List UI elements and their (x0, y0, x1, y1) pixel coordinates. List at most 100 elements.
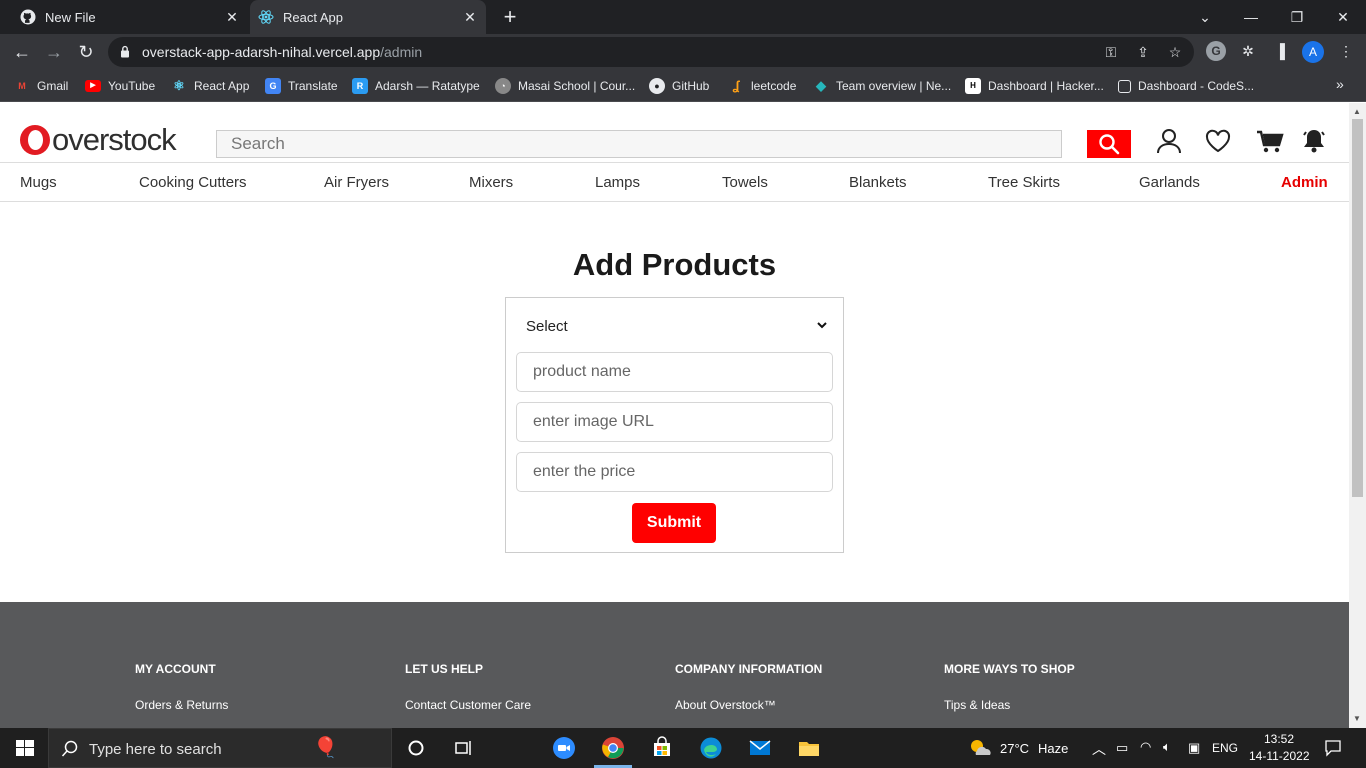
window-close-icon[interactable]: ✕ (1320, 0, 1366, 34)
close-icon[interactable]: ✕ (224, 9, 240, 25)
page-icon (1118, 79, 1131, 93)
product-name-input[interactable] (516, 352, 833, 392)
zoom-icon[interactable] (552, 736, 576, 760)
scroll-down-icon[interactable]: ▼ (1353, 714, 1361, 723)
footer-link[interactable]: Contact Customer Care (405, 698, 531, 712)
battery-icon[interactable]: ▭ (1116, 740, 1128, 756)
user-icon[interactable] (1155, 127, 1183, 155)
more-bookmarks-icon[interactable]: » (1336, 76, 1344, 92)
search-button[interactable] (1087, 130, 1131, 158)
nav-item-tree-skirts[interactable]: Tree Skirts (988, 174, 1060, 191)
search-input[interactable] (216, 130, 1062, 158)
cortana-icon[interactable] (404, 736, 428, 760)
search-icon (1099, 133, 1120, 154)
add-product-form: Select Submit (505, 297, 844, 553)
tab-title: New File (45, 9, 96, 25)
side-panel-icon[interactable]: ▐ (1270, 41, 1290, 61)
bookmark-masai[interactable]: ◔ Masai School | Cour... (495, 76, 635, 96)
bookmark-team-overview[interactable]: ◆ Team overview | Ne... (813, 76, 951, 96)
tab-search-chevron-icon[interactable]: ⌄ (1182, 0, 1228, 34)
ratatype-icon: R (352, 78, 368, 94)
page-scrollbar[interactable]: ▲ ▼ (1349, 103, 1366, 728)
address-bar[interactable]: overstack-app-adarsh-nihal.vercel.app/ad… (108, 37, 1194, 67)
price-input[interactable] (516, 452, 833, 492)
taskbar-search-placeholder: Type here to search (89, 741, 222, 758)
nav-item-garlands[interactable]: Garlands (1139, 174, 1200, 191)
edge-icon[interactable] (699, 736, 723, 760)
menu-icon[interactable]: ⋮ (1336, 41, 1356, 61)
url-host: overstack-app-adarsh-nihal.vercel.app (142, 44, 381, 60)
submit-button[interactable]: Submit (632, 503, 716, 543)
bookmark-label: Gmail (37, 79, 69, 93)
forward-icon[interactable]: → (42, 40, 66, 64)
scroll-up-icon[interactable]: ▲ (1353, 107, 1361, 116)
footer-link[interactable]: Tips & Ideas (944, 698, 1075, 712)
clock-date[interactable]: 14-11-2022 (1249, 749, 1310, 763)
weather-haze-icon[interactable] (968, 737, 992, 759)
site-footer: MY ACCOUNT Orders & Returns LET US HELP … (0, 602, 1349, 728)
clock-time[interactable]: 13:52 (1264, 732, 1294, 746)
weather-condition[interactable]: Haze (1038, 741, 1068, 756)
logo-text: overstock (52, 122, 177, 157)
tab-new-file[interactable]: New File ✕ (8, 0, 248, 34)
weather-temperature[interactable]: 27°C (1000, 741, 1029, 756)
logo-mark-icon (20, 125, 50, 155)
footer-link[interactable]: Orders & Returns (135, 698, 228, 712)
volume-icon[interactable]: 🔈︎ (1163, 739, 1171, 755)
bookmark-react-app[interactable]: ⚛ React App (171, 76, 249, 96)
nav-item-blankets[interactable]: Blankets (849, 174, 907, 191)
key-icon[interactable]: ⚿ (1102, 43, 1120, 61)
nav-item-air-fryers[interactable]: Air Fryers (324, 174, 389, 191)
bookmark-codesignal[interactable]: Dashboard - CodeS... (1118, 76, 1254, 96)
profile-avatar[interactable]: A (1302, 41, 1324, 63)
search-highlight-icon: 🎈 (313, 737, 338, 759)
bookmark-ratatype[interactable]: R Adarsh — Ratatype (352, 76, 480, 96)
tab-react-app[interactable]: React App ✕ (250, 0, 486, 34)
mail-icon[interactable] (748, 736, 772, 760)
bookmark-label: YouTube (108, 79, 156, 93)
notifications-icon[interactable] (1324, 739, 1342, 757)
bookmark-translate[interactable]: G Translate (265, 76, 338, 96)
chevron-up-icon[interactable]: ︿ (1092, 739, 1106, 759)
restore-icon[interactable]: ❐ (1274, 0, 1320, 34)
footer-link[interactable]: About Overstock™ (675, 698, 822, 712)
share-icon[interactable]: ⇪ (1134, 43, 1152, 61)
nav-item-mixers[interactable]: Mixers (469, 174, 513, 191)
scrollbar-thumb[interactable] (1352, 119, 1363, 497)
bookmark-youtube[interactable]: ▶ YouTube (85, 76, 155, 96)
reload-icon[interactable]: ↻ (74, 40, 98, 64)
microsoft-store-icon[interactable] (650, 736, 674, 760)
grammarly-icon[interactable]: G (1206, 41, 1226, 61)
bookmark-leetcode[interactable]: ʆ leetcode (728, 76, 796, 96)
category-select[interactable]: Select (516, 308, 834, 344)
extensions-icon[interactable]: ✲ (1238, 41, 1258, 61)
overstock-logo[interactable]: overstock (20, 122, 177, 157)
chrome-icon[interactable] (601, 736, 625, 760)
image-url-input[interactable] (516, 402, 833, 442)
language-indicator[interactable]: ENG (1212, 741, 1238, 755)
bookmark-gmail[interactable]: M Gmail (14, 76, 68, 96)
cart-icon[interactable] (1256, 127, 1284, 155)
minimize-icon[interactable]: — (1228, 0, 1274, 34)
bookmark-github[interactable]: ● GitHub (649, 76, 709, 96)
wifi-icon[interactable]: ◠ (1140, 739, 1151, 755)
bookmark-hackerrank[interactable]: H Dashboard | Hacker... (965, 76, 1104, 96)
heart-icon[interactable] (1204, 127, 1232, 155)
new-tab-icon[interactable]: + (498, 5, 522, 29)
footer-column-let-us-help: LET US HELP Contact Customer Care (405, 662, 531, 712)
nav-item-admin[interactable]: Admin (1281, 174, 1328, 191)
file-explorer-icon[interactable] (797, 736, 821, 760)
footer-heading: LET US HELP (405, 662, 484, 676)
close-icon[interactable]: ✕ (462, 9, 478, 25)
bookmark-star-icon[interactable]: ☆ (1166, 43, 1184, 61)
nav-item-towels[interactable]: Towels (722, 174, 768, 191)
nav-item-cooking-cutters[interactable]: Cooking Cutters (139, 174, 247, 191)
nav-item-mugs[interactable]: Mugs (20, 174, 57, 191)
nav-item-lamps[interactable]: Lamps (595, 174, 640, 191)
windows-start-icon[interactable] (13, 736, 37, 760)
bell-icon[interactable] (1300, 127, 1328, 155)
back-icon[interactable]: ← (10, 40, 34, 64)
meet-now-icon[interactable]: ▣ (1188, 740, 1200, 756)
task-view-icon[interactable] (452, 736, 476, 760)
taskbar-search-box[interactable]: Type here to search 🎈 (48, 728, 392, 768)
